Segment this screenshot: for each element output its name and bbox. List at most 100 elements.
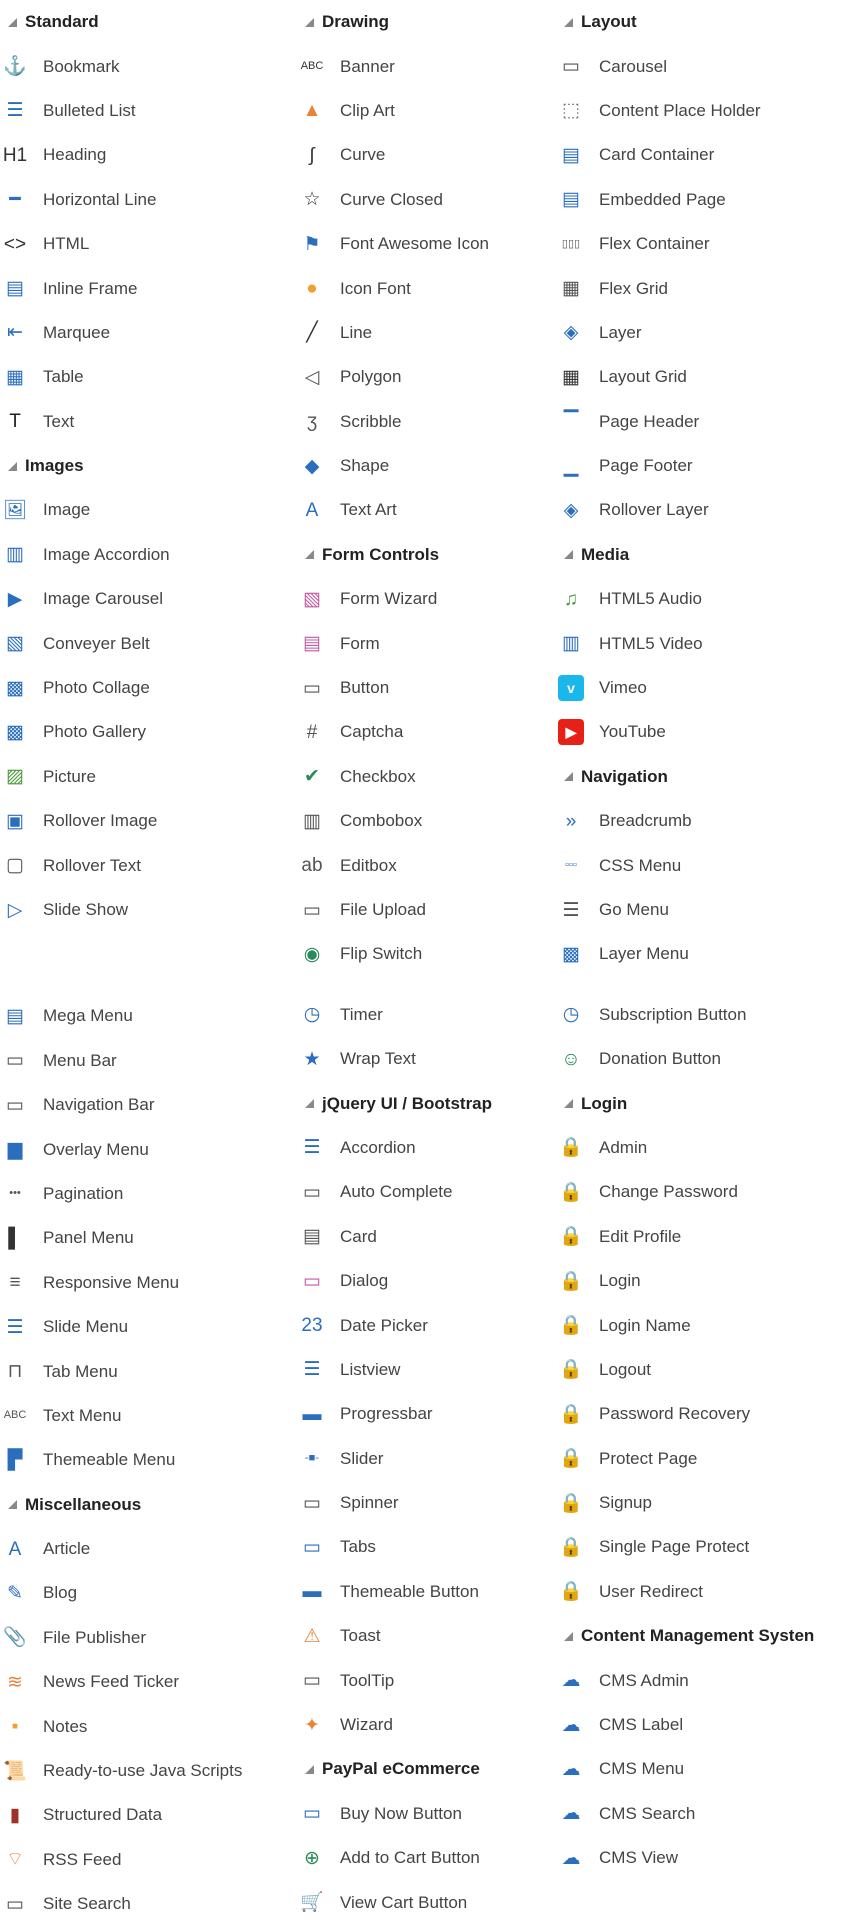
toolbox-item-form-wizard[interactable]: ▧ Form Wizard — [297, 577, 557, 621]
section-header-navigation[interactable]: Navigation — [556, 755, 868, 799]
toolbox-item-auto-complete[interactable]: ▭ Auto Complete — [297, 1170, 557, 1214]
toolbox-item-scribble[interactable]: ʒ Scribble — [297, 400, 557, 444]
toolbox-item-structured-data[interactable]: ▮ Structured Data — [0, 1793, 300, 1837]
section-header-images[interactable]: Images — [0, 444, 300, 488]
toolbox-item-vimeo[interactable]: v Vimeo — [556, 666, 868, 710]
toolbox-item-wizard[interactable]: ✦ Wizard — [297, 1703, 557, 1747]
toolbox-item-breadcrumb[interactable]: » Breadcrumb — [556, 799, 868, 843]
toolbox-item-photo-collage[interactable]: ▩ Photo Collage — [0, 666, 300, 710]
collapse-triangle-icon[interactable] — [564, 1099, 573, 1109]
section-header-miscellaneous[interactable]: Miscellaneous — [0, 1483, 300, 1527]
toolbox-item-content-place-holder[interactable]: ⬚ Content Place Holder — [556, 89, 868, 133]
toolbox-item-text-art[interactable]: A Text Art — [297, 488, 557, 532]
toolbox-item-html[interactable]: <> HTML — [0, 222, 300, 266]
toolbox-item-icon-font[interactable]: ● Icon Font — [297, 266, 557, 310]
toolbox-item-layer[interactable]: ◈ Layer — [556, 311, 868, 355]
toolbox-item-button[interactable]: ▭ Button — [297, 666, 557, 710]
toolbox-item-curve-closed[interactable]: ☆ Curve Closed — [297, 178, 557, 222]
toolbox-item-tab-menu[interactable]: ⊓ Tab Menu — [0, 1349, 300, 1393]
toolbox-item-ready-to-use-java-scripts[interactable]: 📜 Ready-to-use Java Scripts — [0, 1749, 300, 1793]
toolbox-item-horizontal-line[interactable]: ━ Horizontal Line — [0, 178, 300, 222]
toolbox-item-slide-show[interactable]: ▷ Slide Show — [0, 888, 300, 932]
toolbox-item-user-redirect[interactable]: 🔒 User Redirect — [556, 1570, 868, 1614]
collapse-triangle-icon[interactable] — [564, 772, 573, 782]
toolbox-item-view-cart-button[interactable]: 🛒 View Cart Button — [297, 1880, 557, 1924]
collapse-triangle-icon[interactable] — [564, 17, 573, 27]
toolbox-item-blog[interactable]: ✎ Blog — [0, 1571, 300, 1615]
toolbox-item-notes[interactable]: ▪ Notes — [0, 1704, 300, 1748]
toolbox-item-captcha[interactable]: # Captcha — [297, 710, 557, 754]
section-header-drawing[interactable]: Drawing — [297, 0, 557, 44]
toolbox-item-line[interactable]: ╱ Line — [297, 311, 557, 355]
toolbox-item-tabs[interactable]: ▭ Tabs — [297, 1525, 557, 1569]
toolbox-item-navigation-bar[interactable]: ▭ Navigation Bar — [0, 1083, 300, 1127]
toolbox-item-date-picker[interactable]: 23 Date Picker — [297, 1303, 557, 1347]
toolbox-item-slider[interactable]: -■- Slider — [297, 1437, 557, 1481]
collapse-triangle-icon[interactable] — [564, 1631, 573, 1641]
section-header-media[interactable]: Media — [556, 533, 868, 577]
toolbox-item-toast[interactable]: ⚠ Toast — [297, 1614, 557, 1658]
toolbox-item-add-to-cart-button[interactable]: ⊕ Add to Cart Button — [297, 1836, 557, 1880]
toolbox-item-logout[interactable]: 🔒 Logout — [556, 1348, 868, 1392]
toolbox-item-slide-menu[interactable]: ☰ Slide Menu — [0, 1305, 300, 1349]
toolbox-item-picture[interactable]: ▨ Picture — [0, 755, 300, 799]
toolbox-item-cms-admin[interactable]: ☁ CMS Admin — [556, 1658, 868, 1702]
section-header-standard[interactable]: Standard — [0, 0, 300, 44]
toolbox-item-youtube[interactable]: ▶ YouTube — [556, 710, 868, 754]
toolbox-item-pagination[interactable]: ••• Pagination — [0, 1172, 300, 1216]
toolbox-item-go-menu[interactable]: ☰ Go Menu — [556, 888, 868, 932]
toolbox-item-themeable-button[interactable]: ▬ Themeable Button — [297, 1570, 557, 1614]
toolbox-item-signup[interactable]: 🔒 Signup — [556, 1481, 868, 1525]
toolbox-item-layout-grid[interactable]: ▦ Layout Grid — [556, 355, 868, 399]
toolbox-item-flex-container[interactable]: ▯▯▯ Flex Container — [556, 222, 868, 266]
toolbox-item-file-upload[interactable]: ▭ File Upload — [297, 888, 557, 932]
toolbox-item-page-footer[interactable]: ▁ Page Footer — [556, 444, 868, 488]
toolbox-item-font-awesome-icon[interactable]: ⚑ Font Awesome Icon — [297, 222, 557, 266]
toolbox-item-checkbox[interactable]: ✔ Checkbox — [297, 755, 557, 799]
toolbox-item-css-menu[interactable]: ▫▫▫ CSS Menu — [556, 843, 868, 887]
section-header-login[interactable]: Login — [556, 1081, 868, 1125]
toolbox-item-file-publisher[interactable]: 📎 File Publisher — [0, 1616, 300, 1660]
toolbox-item-combobox[interactable]: ▥ Combobox — [297, 799, 557, 843]
section-header-paypal-ecommerce[interactable]: PayPal eCommerce — [297, 1747, 557, 1791]
toolbox-item-rollover-layer[interactable]: ◈ Rollover Layer — [556, 488, 868, 532]
toolbox-item-progressbar[interactable]: ▬ Progressbar — [297, 1392, 557, 1436]
toolbox-item-image[interactable]: 🖼 Image — [0, 488, 300, 532]
toolbox-item-responsive-menu[interactable]: ≡ Responsive Menu — [0, 1261, 300, 1305]
toolbox-item-themeable-menu[interactable]: ▛ Themeable Menu — [0, 1438, 300, 1482]
toolbox-item-single-page-protect[interactable]: 🔒 Single Page Protect — [556, 1525, 868, 1569]
collapse-triangle-icon[interactable] — [8, 17, 17, 27]
toolbox-item-tooltip[interactable]: ▭ ToolTip — [297, 1658, 557, 1702]
toolbox-item-card[interactable]: ▤ Card — [297, 1215, 557, 1259]
toolbox-item-cms-search[interactable]: ☁ CMS Search — [556, 1792, 868, 1836]
toolbox-item-clip-art[interactable]: ▲ Clip Art — [297, 89, 557, 133]
toolbox-item-timer[interactable]: ◷ Timer — [297, 993, 557, 1037]
toolbox-item-inline-frame[interactable]: ▤ Inline Frame — [0, 266, 300, 310]
toolbox-item-page-header[interactable]: ▔ Page Header — [556, 400, 868, 444]
toolbox-item-rss-feed[interactable]: ⌔ RSS Feed — [0, 1838, 300, 1882]
toolbox-item-edit-profile[interactable]: 🔒 Edit Profile — [556, 1215, 868, 1259]
toolbox-item-bookmark[interactable]: ⚓ Bookmark — [0, 44, 300, 88]
toolbox-item-accordion[interactable]: ☰ Accordion — [297, 1126, 557, 1170]
toolbox-item-wrap-text[interactable]: ★ Wrap Text — [297, 1037, 557, 1081]
toolbox-item-overlay-menu[interactable]: ▆ Overlay Menu — [0, 1127, 300, 1171]
collapse-triangle-icon[interactable] — [305, 1099, 314, 1109]
toolbox-item-form[interactable]: ▤ Form — [297, 621, 557, 665]
toolbox-item-marquee[interactable]: ⇤ Marquee — [0, 311, 300, 355]
toolbox-item-login[interactable]: 🔒 Login — [556, 1259, 868, 1303]
toolbox-item-table[interactable]: ▦ Table — [0, 355, 300, 399]
collapse-triangle-icon[interactable] — [8, 1500, 17, 1510]
toolbox-item-protect-page[interactable]: 🔒 Protect Page — [556, 1437, 868, 1481]
toolbox-item-buy-now-button[interactable]: ▭ Buy Now Button — [297, 1792, 557, 1836]
section-header-layout[interactable]: Layout — [556, 0, 868, 44]
toolbox-item-carousel[interactable]: ▭ Carousel — [556, 44, 868, 88]
toolbox-item-banner[interactable]: ABC Banner — [297, 44, 557, 88]
toolbox-item-admin[interactable]: 🔒 Admin — [556, 1126, 868, 1170]
toolbox-item-conveyer-belt[interactable]: ▧ Conveyer Belt — [0, 621, 300, 665]
collapse-triangle-icon[interactable] — [305, 550, 314, 560]
toolbox-item-heading[interactable]: H1 Heading — [0, 133, 300, 177]
toolbox-item-cms-view[interactable]: ☁ CMS View — [556, 1836, 868, 1880]
toolbox-item-news-feed-ticker[interactable]: ≋ News Feed Ticker — [0, 1660, 300, 1704]
toolbox-item-editbox[interactable]: ab Editbox — [297, 843, 557, 887]
toolbox-item-donation-button[interactable]: ☺ Donation Button — [556, 1037, 868, 1081]
